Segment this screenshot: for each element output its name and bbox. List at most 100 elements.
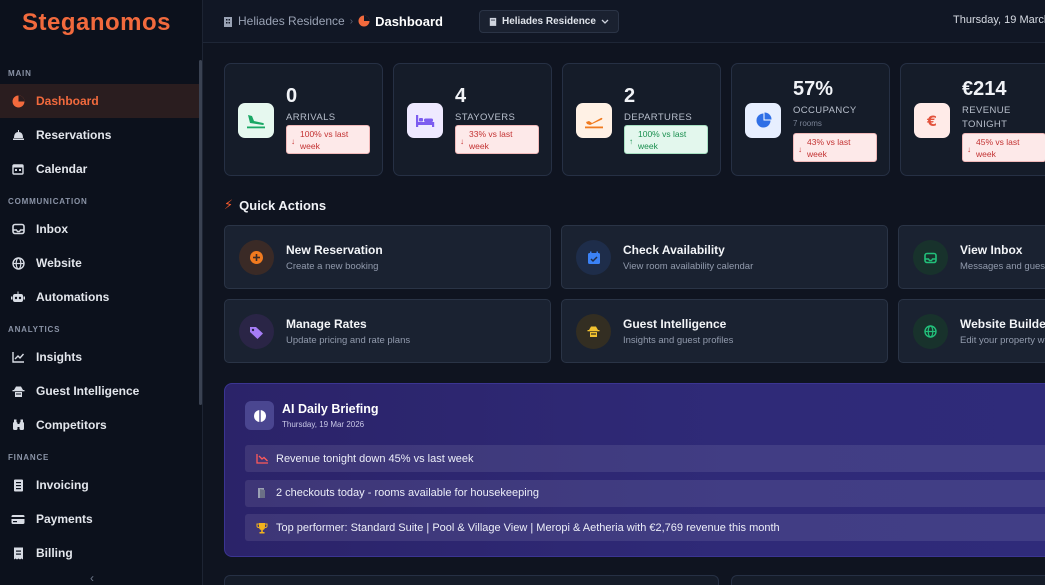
quick-action-check-availability[interactable]: Check Availability View room availabilit… (561, 225, 888, 289)
building-icon (489, 17, 497, 26)
stat-label: DEPARTURES (624, 111, 692, 125)
arrow-up-icon: ↑ (629, 137, 633, 146)
stat-subtext: 7 rooms (793, 119, 822, 128)
ai-briefing-card: AI Daily Briefing Thursday, 19 Mar 2026 … (224, 383, 1045, 557)
collapse-sidebar-button[interactable]: ‹ (90, 571, 94, 585)
trend-badge-text: 100% vs last week (638, 129, 687, 151)
trend-badge: ↓ 45% vs last week (962, 133, 1045, 162)
sidebar-item-website[interactable]: Website (0, 246, 202, 280)
stat-card-arrivals[interactable]: 0 ARRIVALS ↓ 100% vs last week (224, 63, 383, 176)
insight-text: 2 checkouts today - rooms available for … (276, 487, 539, 499)
sidebar-section-label: MAIN (8, 69, 32, 78)
binoculars-icon (11, 418, 25, 432)
sidebar-item-inbox[interactable]: Inbox (0, 212, 202, 246)
door-icon (255, 487, 269, 499)
sidebar-section-label: ANALYTICS (8, 325, 61, 334)
arrow-down-icon: ↓ (291, 137, 295, 146)
sidebar-item-competitors[interactable]: Competitors (0, 408, 202, 442)
detective-icon (11, 384, 25, 398)
property-select[interactable]: Heliades Residence (478, 9, 619, 33)
robot-icon (11, 290, 25, 304)
sidebar-item-label: Inbox (36, 222, 68, 236)
quick-action-title: Manage Rates (286, 317, 367, 331)
arrow-down-icon: ↓ (967, 145, 971, 154)
quick-actions-title: Quick Actions (239, 197, 327, 213)
stat-value: 57% (793, 78, 834, 100)
stat-label-line: OCCUPANCY (793, 105, 857, 116)
insight-text: Top performer: Standard Suite | Pool & V… (276, 521, 780, 534)
insight-item[interactable]: Revenue tonight down 45% vs last week (245, 445, 1045, 472)
globe-icon (11, 256, 25, 270)
euro-icon: € (914, 103, 950, 138)
building-icon (223, 16, 233, 27)
arrow-down-icon: ↓ (798, 145, 802, 154)
plus-circle-icon (239, 240, 274, 275)
quick-action-new-reservation[interactable]: New Reservation Create a new booking (224, 225, 551, 289)
sidebar-item-billing[interactable]: Billing (0, 536, 202, 570)
main-content: Heliades Residence › Dashboard Heliades … (203, 0, 1045, 585)
sidebar-item-label: Automations (36, 290, 110, 304)
inbox-icon (11, 222, 25, 236)
trend-badge: ↑ 100% vs last week (624, 125, 708, 154)
sidebar-item-label: Website (36, 256, 82, 270)
insight-item[interactable]: Top performer: Standard Suite | Pool & V… (245, 514, 1045, 541)
document-icon (11, 478, 25, 492)
receipt-icon (11, 546, 25, 560)
sidebar-item-reservations[interactable]: Reservations (0, 118, 202, 152)
quick-action-subtitle: Edit your property website (960, 335, 1045, 346)
departure-icon (576, 103, 612, 138)
trend-badge-text: 33% vs last week (469, 129, 513, 151)
quick-action-title: Website Builder (960, 317, 1045, 331)
stat-label: STAYOVERS (455, 111, 515, 125)
stat-card-occupancy[interactable]: 57% OCCUPANCY 7 rooms ↓ 43% vs last week (731, 63, 890, 176)
quick-action-view-inbox[interactable]: View Inbox Messages and guest communicat… (898, 225, 1045, 289)
sidebar-item-guest-intelligence[interactable]: Guest Intelligence (0, 374, 202, 408)
quick-actions-heading: ⚡ Quick Actions (224, 197, 326, 213)
sidebar-item-invoicing[interactable]: Invoicing (0, 468, 202, 502)
sidebar-item-label: Invoicing (36, 478, 89, 492)
sidebar-item-payments[interactable]: Payments (0, 502, 202, 536)
quick-action-manage-rates[interactable]: Manage Rates Update pricing and rate pla… (224, 299, 551, 363)
ai-briefing-title: AI Daily Briefing (282, 402, 379, 416)
quick-action-subtitle: Update pricing and rate plans (286, 335, 411, 346)
stat-label-line: DEPARTURES (624, 112, 693, 123)
globe-icon (913, 314, 948, 349)
line-chart-icon (11, 350, 25, 364)
stat-value: 4 (455, 85, 467, 107)
quick-action-subtitle: Insights and guest profiles (623, 335, 734, 346)
calendar-icon (11, 162, 25, 176)
app-window: Steganomos MAIN Dashboard Reservations C… (0, 0, 1045, 585)
bell-icon (11, 128, 25, 142)
quick-action-guest-intelligence[interactable]: Guest Intelligence Insights and guest pr… (561, 299, 888, 363)
sidebar-item-calendar[interactable]: Calendar (0, 152, 202, 186)
stat-card-revenue[interactable]: € €214 REVENUE TONIGHT ↓ 45% vs last wee… (900, 63, 1045, 176)
sidebar-item-automations[interactable]: Automations (0, 280, 202, 314)
tags-icon (239, 314, 274, 349)
insight-item[interactable]: 2 checkouts today - rooms available for … (245, 479, 1045, 507)
trend-badge-text: 100% vs last week (300, 129, 349, 151)
sidebar-section-label: FINANCE (8, 453, 50, 462)
trend-badge: ↓ 33% vs last week (455, 125, 539, 154)
bed-icon (407, 103, 443, 138)
quick-action-subtitle: Messages and guest communication (960, 261, 1045, 272)
sidebar-item-label: Billing (36, 546, 73, 560)
insight-text: Revenue tonight down 45% vs last week (276, 452, 474, 465)
sidebar-scrollbar[interactable] (199, 60, 202, 405)
stat-label: ARRIVALS (286, 111, 336, 125)
quick-action-title: View Inbox (960, 243, 1023, 257)
sidebar-item-label: Dashboard (36, 94, 99, 108)
quick-action-website-builder[interactable]: Website Builder Edit your property websi… (898, 299, 1045, 363)
stat-card-stayovers[interactable]: 4 STAYOVERS ↓ 33% vs last week (393, 63, 552, 176)
stat-value: 0 (286, 85, 298, 107)
current-date: Thursday, 19 March 2026 (953, 14, 1045, 26)
quick-action-title: Guest Intelligence (623, 317, 727, 331)
stat-card-departures[interactable]: 2 DEPARTURES ↑ 100% vs last week (562, 63, 721, 176)
sidebar-item-dashboard[interactable]: Dashboard (0, 84, 202, 118)
breadcrumb-separator: › (349, 15, 354, 27)
stat-label-line: STAYOVERS (455, 112, 516, 123)
brand-logo[interactable]: Steganomos (0, 0, 202, 46)
sidebar-item-label: Insights (36, 350, 83, 364)
detective-icon (576, 314, 611, 349)
breadcrumb-property-link[interactable]: Heliades Residence (238, 14, 345, 28)
sidebar-item-insights[interactable]: Insights (0, 340, 202, 374)
